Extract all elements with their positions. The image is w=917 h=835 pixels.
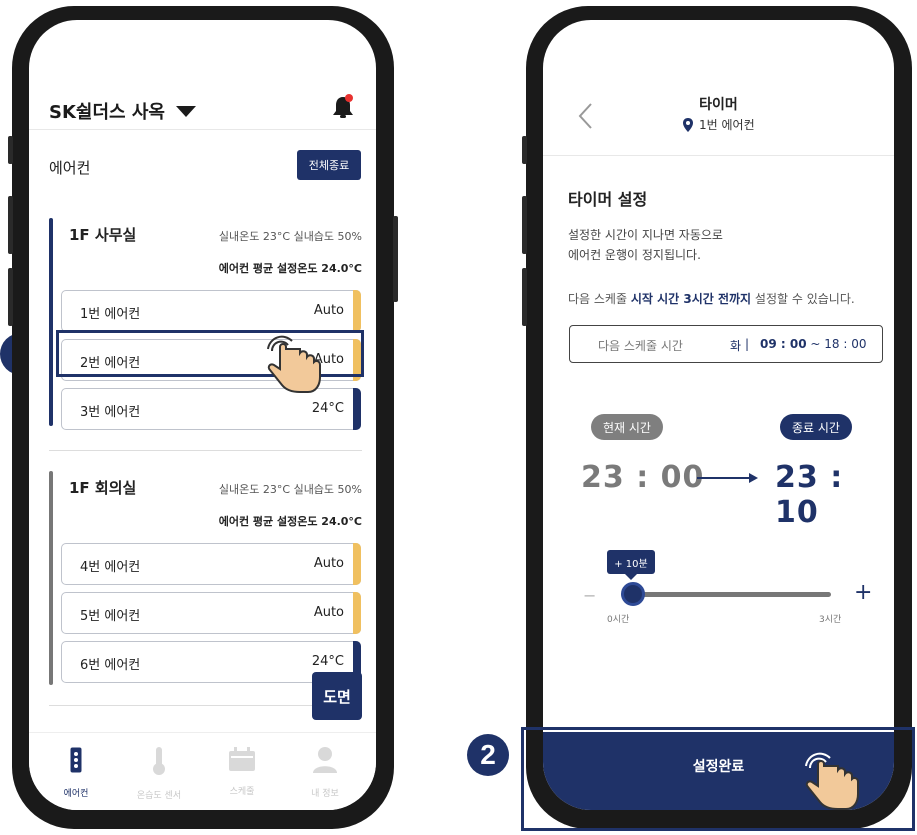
- device-name: 1번 에어컨: [699, 118, 755, 132]
- step-2-badge: 2: [467, 734, 509, 776]
- slider-max-label: 3시간: [819, 615, 842, 625]
- location-title[interactable]: SK쉴더스 사옥: [49, 98, 165, 124]
- notice-text: 설정할 수 있습니다.: [751, 292, 855, 306]
- person-icon: [313, 747, 337, 773]
- tab-sensor[interactable]: 온습도 센서: [119, 747, 199, 802]
- right-phone-frame: 타이머 1번 에어컨 타이머 설정 설정한 시간이 지나면 자동으로 에어컨 운…: [522, 6, 912, 829]
- next-schedule-box: 다음 스케줄 시간 화 | 09 : 00 ~ 18 : 00: [569, 325, 883, 363]
- tab-schedule[interactable]: 스케줄: [202, 747, 282, 798]
- tap-hand-icon: [267, 335, 321, 393]
- notice-text: 다음 스케줄: [568, 292, 631, 306]
- end-time: 23 : 10: [775, 460, 844, 530]
- ac-unit-temp: 24°C: [311, 401, 344, 416]
- timer-slider-track[interactable]: [621, 592, 831, 597]
- room-name: 1F 회의실: [69, 479, 137, 497]
- tab-label: 에어컨: [63, 789, 89, 799]
- room-accent-bar: [49, 218, 53, 426]
- ac-unit-status-strip: [353, 388, 361, 430]
- current-time: 23 : 00: [581, 460, 705, 495]
- phone-side-button: [8, 268, 13, 326]
- desc-line: 설정한 시간이 지나면 자동으로: [568, 228, 723, 242]
- ac-unit-name: 5번 에어컨: [80, 609, 141, 624]
- room-avg-temp: 에어컨 평균 설정온도 24.0°C: [218, 515, 362, 528]
- left-screen: SK쉴더스 사옥 에어컨 전체종료 1F 사무실 실내온도 23°C 실내습도 …: [29, 20, 376, 810]
- notice-emphasis: 시작 시간 3시간 전까지: [630, 292, 752, 306]
- ac-unit-mode: Auto: [313, 605, 344, 620]
- schedule-notice: 다음 스케줄 시작 시간 3시간 전까지 설정할 수 있습니다.: [568, 290, 855, 307]
- room-accent-bar: [49, 471, 53, 685]
- schedule-end: ~ 18 : 00: [810, 337, 867, 351]
- phone-side-button: [8, 196, 13, 254]
- room-env-readout: 실내온도 23°C 실내습도 50%: [218, 483, 362, 496]
- phone-side-button: [522, 196, 527, 254]
- next-schedule-time: 09 : 00 ~ 18 : 00: [760, 337, 866, 351]
- next-schedule-separator: |: [745, 337, 750, 351]
- calendar-icon: [229, 747, 255, 771]
- phone-side-button: [522, 136, 527, 164]
- end-time-label: 종료 시간: [780, 414, 852, 440]
- slider-min-label: 0시간: [607, 615, 630, 625]
- ac-unit-mode: Auto: [313, 303, 344, 318]
- tab-my-info[interactable]: 내 정보: [285, 747, 365, 800]
- arrow-right-icon: [697, 473, 758, 483]
- notification-bell-icon[interactable]: [332, 94, 354, 120]
- ac-unit-item[interactable]: 1번 에어컨 Auto: [61, 290, 361, 332]
- tap-hand-icon: [805, 752, 859, 810]
- remote-icon: [70, 747, 82, 773]
- tab-label: 스케줄: [229, 787, 255, 797]
- ac-unit-item[interactable]: 3번 에어컨 24°C: [61, 388, 361, 430]
- ac-unit-name: 3번 에어컨: [80, 405, 141, 420]
- app-header: SK쉴더스 사옥: [29, 20, 376, 130]
- slider-badge-tail: [625, 574, 637, 580]
- current-time-label: 현재 시간: [591, 414, 663, 440]
- slider-minus-button[interactable]: −: [583, 586, 596, 605]
- phone-side-button: [8, 136, 13, 164]
- phone-side-button: [522, 268, 527, 326]
- ac-unit-name: 6번 에어컨: [80, 658, 141, 673]
- tab-aircon[interactable]: 에어컨: [36, 747, 116, 800]
- ac-unit-status-strip: [353, 543, 361, 585]
- location-pin-icon: [683, 117, 693, 132]
- next-schedule-label: 다음 스케줄 시간: [598, 339, 683, 353]
- thermometer-icon: [153, 747, 165, 775]
- tab-label: 내 정보: [311, 789, 339, 799]
- slider-plus-button[interactable]: +: [854, 582, 872, 604]
- bottom-tab-bar: 에어컨 온습도 센서 스케줄 내 정보: [29, 732, 376, 810]
- room-name: 1F 사무실: [69, 226, 137, 244]
- right-screen: 타이머 1번 에어컨 타이머 설정 설정한 시간이 지나면 자동으로 에어컨 운…: [543, 20, 894, 810]
- ac-unit-status-strip: [353, 290, 361, 332]
- timer-slider-handle[interactable]: [620, 582, 645, 606]
- ac-unit-item[interactable]: 5번 에어컨 Auto: [61, 592, 361, 634]
- page-title: 타이머: [699, 97, 738, 113]
- slider-value-badge: + 10분: [607, 550, 655, 574]
- tab-label: 온습도 센서: [136, 791, 182, 801]
- device-subtitle: 1번 에어컨: [683, 116, 755, 133]
- room-avg-temp: 에어컨 평균 설정온도 24.0°C: [218, 262, 362, 275]
- section-title: 에어컨: [49, 159, 91, 177]
- ac-unit-name: 1번 에어컨: [80, 307, 141, 322]
- desc-line: 에어컨 운행이 정지됩니다.: [568, 248, 701, 262]
- location-dropdown-icon[interactable]: [176, 106, 196, 117]
- room-card: 1F 회의실 실내온도 23°C 실내습도 50% 에어컨 평균 설정온도 24…: [49, 471, 362, 706]
- timer-description: 설정한 시간이 지나면 자동으로 에어컨 운행이 정지됩니다.: [568, 225, 723, 265]
- timer-header: 타이머 1번 에어컨: [543, 20, 894, 156]
- room-env-readout: 실내온도 23°C 실내습도 50%: [218, 230, 362, 243]
- floor-plan-button[interactable]: 도면: [312, 672, 362, 720]
- next-schedule-day: 화: [730, 339, 742, 353]
- room-divider: [49, 450, 362, 451]
- ac-unit-status-strip: [353, 592, 361, 634]
- ac-unit-mode: Auto: [313, 556, 344, 571]
- schedule-start: 09 : 00: [760, 337, 807, 351]
- timer-section-title: 타이머 설정: [568, 190, 648, 209]
- ac-unit-item[interactable]: 4번 에어컨 Auto: [61, 543, 361, 585]
- ac-unit-name: 4번 에어컨: [80, 560, 141, 575]
- phone-power-button: [393, 216, 398, 302]
- all-off-button[interactable]: 전체종료: [297, 150, 361, 180]
- left-phone-frame: SK쉴더스 사옥 에어컨 전체종료 1F 사무실 실내온도 23°C 실내습도 …: [8, 6, 398, 829]
- ac-unit-temp: 24°C: [311, 654, 344, 669]
